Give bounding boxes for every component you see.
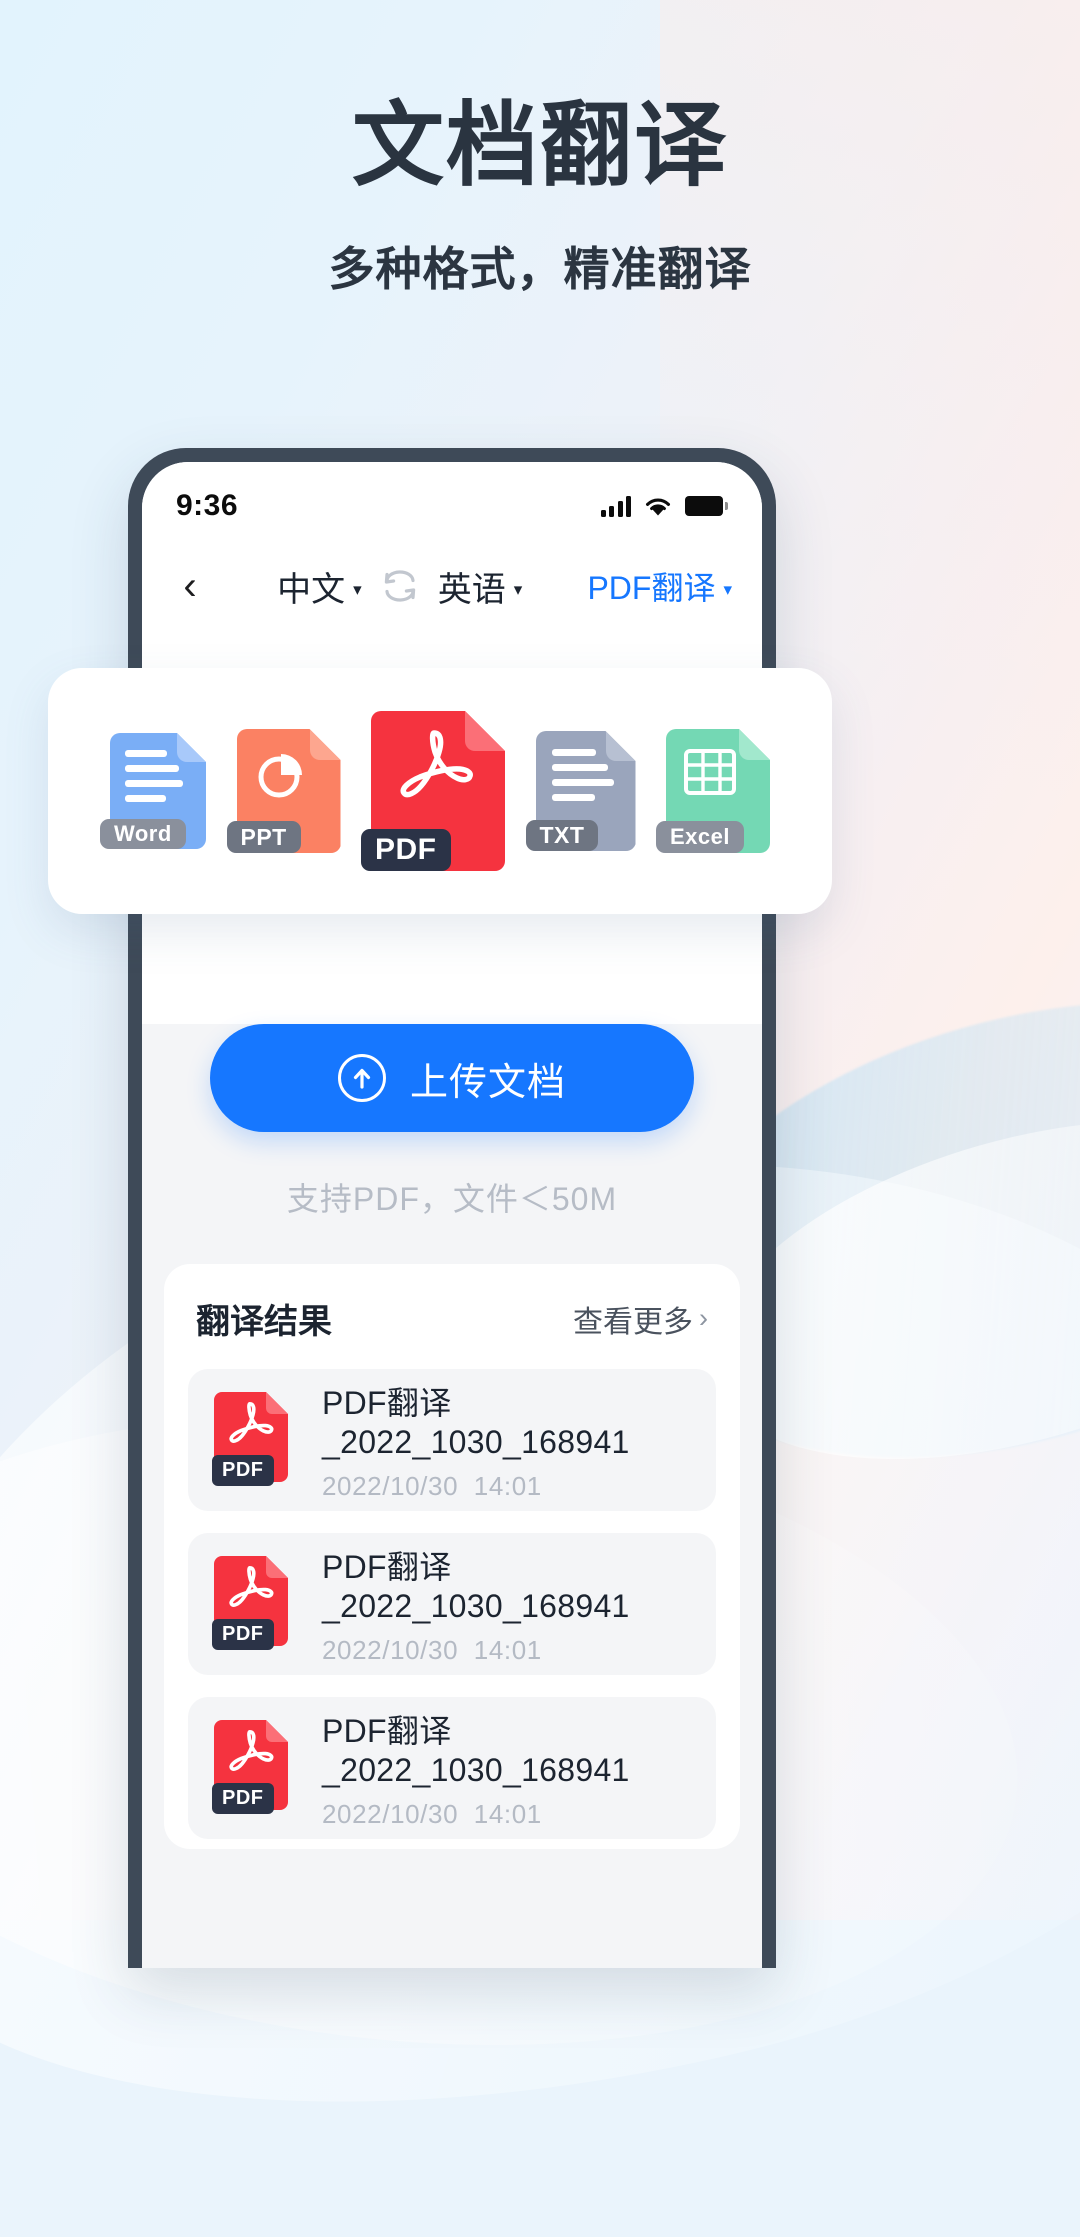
upload-button-label: 上传文档 xyxy=(409,1061,566,1104)
text-lines-glyph xyxy=(551,749,614,809)
file-formats-card: Word PPT PDF TXT Excel xyxy=(48,668,832,914)
format-label: Excel xyxy=(656,821,744,853)
pdf-file-icon: PDF xyxy=(212,1392,296,1488)
status-bar: 9:36 xyxy=(142,462,762,540)
pdf-file-icon: PDF xyxy=(361,711,505,871)
signal-bars-icon xyxy=(600,495,631,517)
result-item-timestamp: 2022/10/30 14:01 xyxy=(322,1471,542,1501)
caret-down-icon: ▾ xyxy=(723,579,732,599)
results-title: 翻译结果 xyxy=(196,1303,332,1341)
chevron-left-icon[interactable]: ‹ xyxy=(168,564,212,608)
language-switcher: 中文 ▾ 英语 ▾ xyxy=(212,562,587,611)
result-item-texts: PDF翻译_2022_1030_168941 2022/10/30 14:01 xyxy=(322,1706,690,1830)
view-more-label: 查看更多 xyxy=(573,1305,693,1339)
caret-down-icon: ▾ xyxy=(513,579,523,599)
excel-file-icon: Excel xyxy=(656,729,770,853)
spreadsheet-grid-glyph xyxy=(683,748,737,803)
upload-hint: 支持PDF，文件＜50M xyxy=(286,1181,618,1217)
format-ppt[interactable]: PPT xyxy=(226,729,341,853)
result-item-name: PDF翻译_2022_1030_168941 xyxy=(322,1713,630,1788)
result-list-item[interactable]: PDF PDF翻译_2022_1030_168941 2022/10/30 14:0… xyxy=(188,1533,716,1675)
upload-arrow-icon xyxy=(337,1054,386,1102)
format-txt[interactable]: TXT xyxy=(525,731,636,851)
battery-full-icon xyxy=(685,496,728,516)
results-list: PDF PDF翻译_2022_1030_168941 2022/10/30 14:0… xyxy=(188,1369,716,1839)
translation-results-card: 翻译结果 查看更多 › PDF PDF翻译_2022_1030_168941 202… xyxy=(164,1264,740,1849)
caret-down-icon: ▾ xyxy=(353,579,362,599)
source-language-selector[interactable]: 中文 ▾ xyxy=(277,562,362,611)
format-pdf[interactable]: PDF xyxy=(361,711,505,871)
pdf-file-icon: PDF xyxy=(212,1556,296,1652)
format-label: PPT xyxy=(226,821,301,853)
upload-section: 上传文档 支持PDF，文件＜50M xyxy=(142,1024,762,1220)
result-item-name: PDF翻译_2022_1030_168941 xyxy=(322,1549,630,1624)
ppt-file-icon: PPT xyxy=(226,729,341,853)
page-subtitle: 多种格式，精准翻译 xyxy=(328,243,752,296)
acrobat-glyph xyxy=(398,727,474,814)
result-item-texts: PDF翻译_2022_1030_168941 2022/10/30 14:01 xyxy=(322,1378,690,1502)
headline-block: 文档翻译 多种格式，精准翻译 xyxy=(0,96,1080,299)
acrobat-glyph xyxy=(228,1400,274,1446)
screen-body: 上传文档 支持PDF，文件＜50M 翻译结果 查看更多 › PDF PDF翻译_2… xyxy=(142,1024,762,1968)
file-badge: PDF xyxy=(212,1619,274,1650)
pdf-file-icon: PDF xyxy=(212,1720,296,1816)
format-word[interactable]: Word xyxy=(100,733,206,849)
format-excel[interactable]: Excel xyxy=(656,729,770,853)
acrobat-glyph xyxy=(228,1728,274,1774)
target-language-label: 英语 xyxy=(437,570,506,609)
nav-bar: ‹ 中文 ▾ 英语 ▾ PDF翻译 ▾ xyxy=(142,540,762,632)
pie-chart-glyph xyxy=(254,748,308,807)
txt-file-icon: TXT xyxy=(525,731,636,851)
result-item-name: PDF翻译_2022_1030_168941 xyxy=(322,1385,630,1460)
file-badge: PDF xyxy=(212,1455,274,1486)
result-item-texts: PDF翻译_2022_1030_168941 2022/10/30 14:01 xyxy=(322,1542,690,1666)
status-icons xyxy=(600,495,728,517)
wifi-icon xyxy=(644,496,672,517)
file-badge: PDF xyxy=(212,1783,274,1814)
result-list-item[interactable]: PDF PDF翻译_2022_1030_168941 2022/10/30 14:0… xyxy=(188,1369,716,1511)
result-item-timestamp: 2022/10/30 14:01 xyxy=(322,1635,542,1665)
file-corner-fold xyxy=(739,729,770,760)
format-label: TXT xyxy=(525,820,599,851)
results-header: 翻译结果 查看更多 › xyxy=(188,1290,716,1343)
view-more-link[interactable]: 查看更多 › xyxy=(573,1297,708,1341)
source-language-label: 中文 xyxy=(277,570,346,609)
format-label: Word xyxy=(100,819,186,849)
format-label: PDF xyxy=(361,829,451,871)
target-language-selector[interactable]: 英语 ▾ xyxy=(438,562,523,611)
translation-mode-selector[interactable]: PDF翻译 ▾ xyxy=(587,563,736,609)
result-list-item[interactable]: PDF PDF翻译_2022_1030_168941 2022/10/30 14:0… xyxy=(188,1697,716,1839)
text-lines-glyph xyxy=(125,750,183,810)
page-title: 文档翻译 xyxy=(351,92,728,199)
file-corner-fold xyxy=(309,729,341,760)
result-item-timestamp: 2022/10/30 14:01 xyxy=(322,1799,542,1829)
chevron-right-icon: › xyxy=(699,1303,708,1333)
upload-document-button[interactable]: 上传文档 xyxy=(210,1024,694,1132)
translation-mode-label: PDF翻译 xyxy=(587,570,716,606)
word-file-icon: Word xyxy=(100,733,206,849)
status-time: 9:36 xyxy=(176,489,239,522)
swap-languages-icon[interactable] xyxy=(378,564,422,608)
acrobat-glyph xyxy=(228,1564,274,1610)
